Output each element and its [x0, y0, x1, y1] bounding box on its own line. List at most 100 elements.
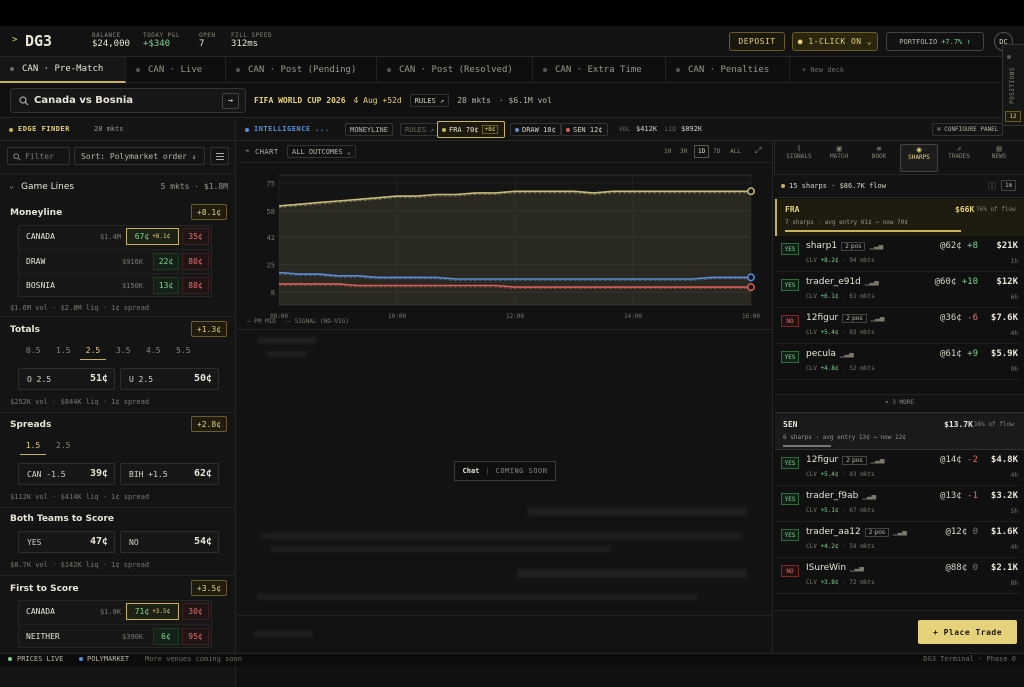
outcomes-dropdown[interactable]: ALL OUTCOMES ⌄ [287, 145, 357, 158]
trader-amount: $21K [996, 241, 1018, 251]
tab-trades[interactable]: ↗ TRADES [940, 144, 978, 172]
totals-line-option-active[interactable]: 2.5 [80, 346, 106, 360]
liq-value: $892K [681, 125, 703, 133]
y-tick-label: 8 [271, 289, 275, 297]
totals-line-option[interactable]: 0.5 [26, 346, 40, 355]
positions-side-tab[interactable]: POSITIONS 12 [1002, 44, 1024, 126]
range-1d-button[interactable]: 1D [694, 145, 710, 158]
canada-no-button[interactable]: 35¢ [182, 228, 209, 245]
sort-select[interactable]: Sort: Polymarket order ↓ [74, 147, 205, 165]
expand-icon[interactable]: ⤢ [755, 146, 761, 156]
trader-row[interactable]: NO ISureWin ▁▃▅ CLV +3.8¢ · 72 mkts @88¢ … [776, 558, 1020, 594]
sen-group-header[interactable]: SEN $13.7K 16% of flow 6 sharps · avg en… [775, 412, 1024, 450]
one-click-toggle[interactable]: ● 1-CLICK ON ⌄ [792, 32, 878, 51]
spreads-line-option[interactable]: 2.5 [56, 441, 70, 450]
search-go-button[interactable]: → [222, 93, 239, 109]
edge-finder-panel: EDGE FINDER 28 mkts Filter Sort: Polymar… [0, 117, 236, 687]
filter-input[interactable]: Filter [7, 147, 70, 165]
portfolio-button[interactable]: PORTFOLIO +7.7% ↑ [886, 32, 984, 51]
new-deck-button[interactable]: + New deck [790, 57, 870, 83]
chat-input-placeholder [253, 631, 313, 637]
spread-bih-button[interactable]: BIH +1.5 62¢ [120, 463, 219, 485]
trader-row[interactable]: YES trader_e91d ▁▃▅ CLV +6.1¢ · 61 mkts @… [776, 272, 1020, 308]
draw-yes-button[interactable]: 22¢ [153, 253, 179, 270]
draw-dot-icon [515, 127, 519, 132]
tab-penalties[interactable]: CAN · Penalties [666, 57, 790, 83]
trader-name: pecula ▁▃▅ [806, 349, 854, 359]
place-trade-button[interactable]: + Place Trade [918, 620, 1017, 644]
tab-sharps[interactable]: ◉ SHARPS [900, 144, 938, 172]
tab-book[interactable]: ≡ BOOK [860, 144, 898, 172]
canada-yes-button[interactable]: 67¢ +8.1¢ [126, 228, 179, 245]
bosnia-yes-button[interactable]: 13¢ [153, 277, 179, 294]
search-input[interactable]: Canada vs Bosnia → [10, 88, 246, 113]
x-tick-label: 14:00 [624, 313, 642, 320]
fra-outcome-pill[interactable]: FRA 70¢ +8¢ [437, 121, 505, 138]
totals-over-button[interactable]: O 2.5 51¢ [18, 368, 115, 390]
trader-row[interactable]: YES trader_f9ab ▁▃▅ CLV +5.1¢ · 67 mkts @… [776, 486, 1020, 522]
draw-outcome-pill[interactable]: DRAW 18¢ [510, 123, 561, 136]
first-canada-no-button[interactable]: 30¢ [182, 603, 209, 620]
info-icon[interactable]: ⓘ [988, 181, 996, 192]
tab-live[interactable]: CAN · Live [126, 57, 226, 83]
app-logo[interactable]: DG3 [25, 32, 52, 50]
event-name[interactable]: FIFA WORLD CUP 2026 [254, 96, 346, 105]
range-1h-button[interactable]: 1H [664, 148, 671, 155]
first-neither-no-button[interactable]: 95¢ [182, 628, 209, 645]
pos-badge: 2 pos [864, 528, 890, 537]
positions-count-badge: 12 [1005, 111, 1021, 122]
btts-yes-button[interactable]: YES 47¢ [18, 531, 115, 553]
spread-can-button[interactable]: CAN -1.5 39¢ [18, 463, 115, 485]
side-badge: YES [781, 243, 799, 255]
range-3h-button[interactable]: 3H [680, 148, 687, 155]
sharps-summary-text: 15 sharps · $86.7K flow [789, 182, 886, 190]
trader-entry: @14¢ -2 [940, 455, 978, 465]
tab-post-pending[interactable]: CAN · Post (Pending) [226, 57, 377, 83]
range-7d-button[interactable]: 7D [713, 148, 720, 155]
edge-finder-count: 28 mkts [94, 125, 124, 133]
rules-pill[interactable]: RULES ↗ [400, 123, 440, 136]
tab-pre-match[interactable]: CAN · Pre-Match [0, 57, 126, 83]
pos-badge: 2 pos [841, 242, 866, 251]
chart-label: CHART [255, 148, 279, 156]
draw-no-button[interactable]: 80¢ [182, 253, 209, 270]
totals-line-option[interactable]: 4.5 [146, 346, 160, 355]
y-tick-label: 25 [267, 261, 275, 269]
trader-row[interactable]: YES 12figur 2 pos ▁▃▅ CLV +5.4¢ · 83 mkts … [776, 450, 1020, 486]
moneyline-row: DRAW $916K 22¢ 80¢ [18, 249, 212, 273]
show-more-button[interactable]: ▾ 3 MORE [775, 394, 1024, 410]
trader-row[interactable]: YES pecula ▁▃▅ CLV +4.8¢ · 52 mkts @61¢ +… [776, 344, 1020, 380]
game-lines-header[interactable]: ⌄ Game Lines 5 mkts · $1.8M [0, 173, 235, 197]
tab-match[interactable]: ▣ MATCH [820, 144, 858, 172]
bosnia-no-button[interactable]: 88¢ [182, 277, 209, 294]
tab-news[interactable]: ▤ NEWS [980, 144, 1018, 172]
first-neither-yes-button[interactable]: 6¢ [153, 628, 179, 645]
tab-extra-time[interactable]: CAN · Extra Time [533, 57, 666, 83]
totals-under-button[interactable]: U 2.5 50¢ [120, 368, 219, 390]
totals-line-option[interactable]: 5.5 [176, 346, 190, 355]
btts-title: Both Teams to Score [10, 514, 115, 524]
search-value: Canada vs Bosnia [34, 95, 134, 106]
deposit-button[interactable]: DEPOSIT [729, 32, 785, 51]
moneyline-market-pill[interactable]: MONEYLINE [345, 123, 393, 136]
trader-row[interactable]: YES sharp1 2 pos ▁▃▅ CLV +8.2¢ · 94 mkts @… [776, 236, 1020, 272]
trader-row[interactable]: NO 12figur 2 pos ▁▃▅ CLV +5.4¢ · 83 mkts @… [776, 308, 1020, 344]
spreads-line-option-active[interactable]: 1.5 [20, 441, 46, 455]
sen-outcome-pill[interactable]: SEN 12¢ [561, 123, 608, 136]
window-select[interactable]: 1m [1001, 180, 1017, 191]
tab-signals[interactable]: ⌇ SIGNALS [780, 144, 818, 172]
price-chart: 82542587508:00 10:00 12:00 14:00 16:00 [267, 174, 760, 320]
trader-row[interactable]: YES trader_aa12 2 pos ▁▃▅ CLV +4.2¢ · 58 m… [776, 522, 1020, 558]
totals-line-option[interactable]: 1.5 [56, 346, 70, 355]
btts-no-button[interactable]: NO 54¢ [120, 531, 219, 553]
rules-link[interactable]: RULES ↗ [409, 94, 450, 107]
fra-group-header[interactable]: FRA $66K 76% of flow 7 sharps · avg entr… [775, 199, 1024, 236]
totals-line-option[interactable]: 3.5 [116, 346, 130, 355]
list-view-button[interactable] [210, 147, 229, 165]
trader-amount: $7.6K [990, 313, 1018, 323]
range-all-button[interactable]: ALL [730, 148, 741, 155]
venue-more-label: More venues coming soon [145, 655, 242, 663]
configure-panel-button[interactable]: ⌘ CONFIGURE PANEL [932, 123, 1004, 136]
tab-post-resolved[interactable]: CAN · Post (Resolved) [377, 57, 533, 83]
first-canada-yes-button[interactable]: 71¢ +3.5¢ [126, 603, 179, 620]
